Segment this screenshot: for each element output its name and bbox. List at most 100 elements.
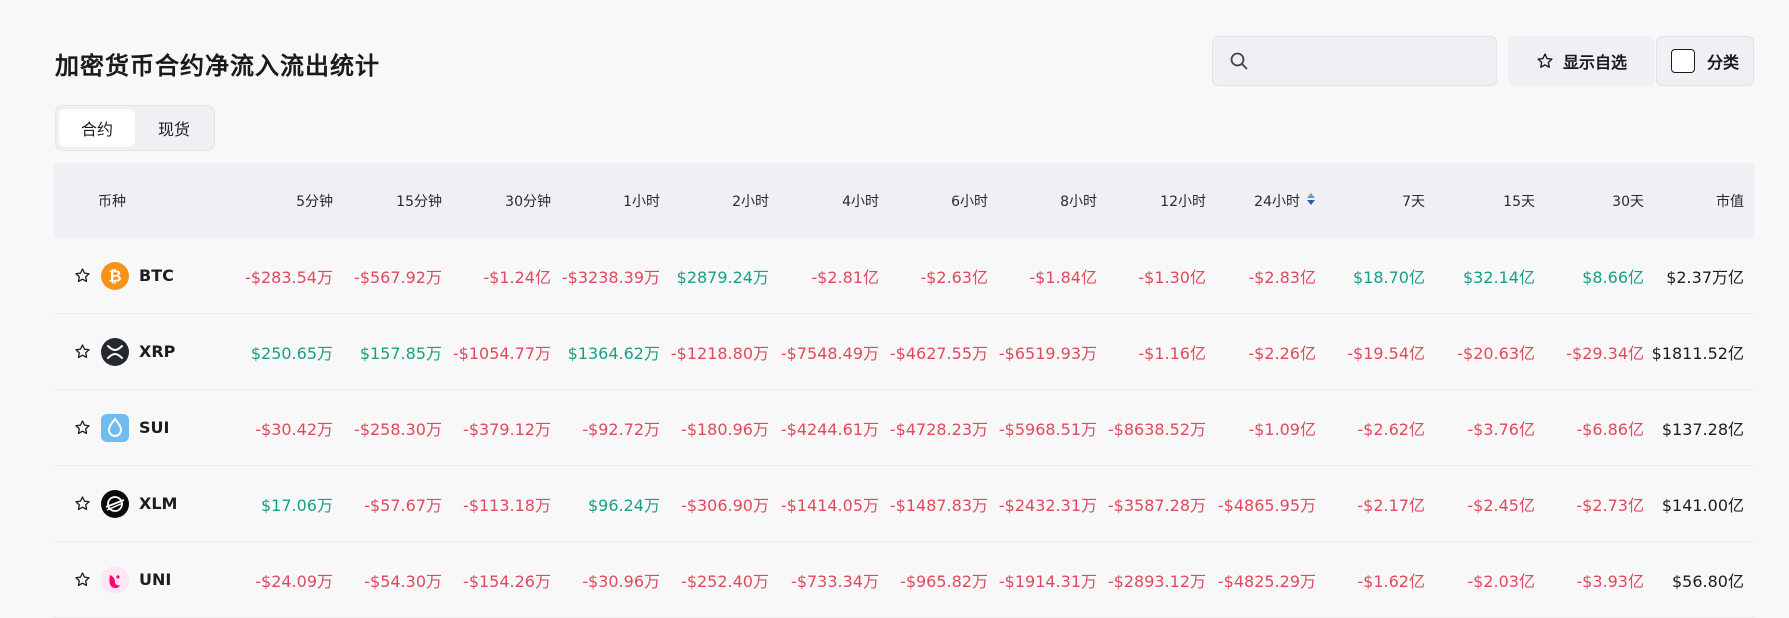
header-11[interactable]: 7天 [1320,163,1425,238]
header-4[interactable]: 1小时 [555,163,660,238]
netflow-value: -$2.83亿 [1248,267,1316,287]
uniswap-icon [101,565,129,594]
header-6[interactable]: 4小时 [774,163,879,238]
netflow-value: -$154.26万 [463,571,551,591]
show-favorites-button[interactable]: 显示自选 [1508,36,1655,86]
netflow-value: $96.24万 [588,495,660,515]
coin-symbol[interactable]: SUI [139,418,169,437]
favorite-star-icon[interactable] [74,571,91,588]
table-row[interactable]: XLM $17.06万 -$57.67万 -$113.18万 $96.24万 -$306.… [54,466,1754,542]
netflow-value: -$1218.80万 [670,343,769,363]
netflow-value: -$2.45亿 [1467,495,1535,515]
netflow-value: -$252.40万 [681,571,769,591]
netflow-value: -$4244.61万 [780,419,879,439]
favorites-label: 显示自选 [1562,53,1627,72]
netflow-value: -$258.30万 [354,419,442,439]
header-1[interactable]: 5分钟 [228,163,333,238]
netflow-value: -$379.12万 [463,419,551,439]
netflow-value: -$567.92万 [354,267,442,287]
netflow-value: -$733.34万 [791,571,879,591]
netflow-value: -$4865.95万 [1217,495,1316,515]
netflow-value: -$1.62亿 [1357,571,1425,591]
table-body: ₿ BTC -$283.54万 -$567.92万 -$1.24亿 -$3238.39万 $… [54,238,1754,618]
favorite-star-icon[interactable] [74,495,91,512]
category-checkbox[interactable] [1670,49,1695,73]
netflow-value: -$30.42万 [255,419,333,439]
header-9[interactable]: 12小时 [1101,163,1206,238]
favorite-star-icon[interactable] [74,267,91,284]
table-row[interactable]: UNI -$24.09万 -$54.30万 -$154.26万 -$30.96万 -$25… [54,542,1754,618]
netflow-value: -$965.82万 [900,571,988,591]
netflow-table: 币种 5分钟 15分钟 30分钟 1小时 2小时 4小时 6小时 8小时 12小时 24小时 7天 15… [54,163,1754,618]
coin-cell: UNI [74,542,171,617]
search-icon [1230,52,1248,70]
header-label: 12小时 [1160,193,1206,210]
tab-spot[interactable]: 现货 [136,109,212,147]
netflow-value: -$7548.49万 [780,343,879,363]
netflow-value: -$1914.31万 [998,571,1097,591]
netflow-value: -$283.54万 [245,267,333,287]
netflow-value: -$6519.93万 [998,343,1097,363]
header-label: 市值 [1716,193,1744,210]
coin-symbol[interactable]: XLM [139,494,177,513]
netflow-value: -$3587.28万 [1107,495,1206,515]
netflow-value: -$3.93亿 [1576,571,1644,591]
market-cap-value: $2.37万亿 [1666,267,1744,287]
coin-cell: XRP [74,314,175,389]
netflow-value: -$4627.55万 [889,343,988,363]
header-8[interactable]: 8小时 [992,163,1097,238]
netflow-value: -$19.54亿 [1347,343,1425,363]
category-toggle[interactable]: 分类 [1656,36,1754,86]
netflow-value: -$2.81亿 [811,267,879,287]
netflow-value: -$1487.83万 [889,495,988,515]
header-label: 6小时 [951,193,988,210]
tab-contract[interactable]: 合约 [59,109,135,147]
netflow-value: $17.06万 [261,495,333,515]
svg-text:₿: ₿ [108,266,121,285]
netflow-value: $1364.62万 [567,343,660,363]
coin-symbol[interactable]: XRP [139,342,175,361]
netflow-value: -$2.17亿 [1357,495,1425,515]
favorite-star-icon[interactable] [74,343,91,360]
netflow-value: -$1.16亿 [1138,343,1206,363]
header-13[interactable]: 30天 [1539,163,1644,238]
netflow-value: -$8638.52万 [1107,419,1206,439]
table-row[interactable]: XRP $250.65万 $157.85万 -$1054.77万 $1364.62万 -$… [54,314,1754,390]
netflow-value: -$5968.51万 [998,419,1097,439]
netflow-value: -$29.34亿 [1566,343,1644,363]
netflow-value: -$2.73亿 [1576,495,1644,515]
coin-symbol[interactable]: UNI [139,570,171,589]
netflow-value: $18.70亿 [1353,267,1425,287]
netflow-value: $32.14亿 [1463,267,1535,287]
header-3[interactable]: 30分钟 [446,163,551,238]
netflow-value: -$3.76亿 [1467,419,1535,439]
header-2[interactable]: 15分钟 [337,163,442,238]
coin-symbol[interactable]: BTC [139,266,174,285]
netflow-value: -$4728.23万 [889,419,988,439]
header-14[interactable]: 市值 [1639,163,1744,238]
search-input[interactable] [1212,36,1497,86]
favorite-star-icon[interactable] [74,419,91,436]
netflow-value: -$30.96万 [582,571,660,591]
coin-cell: SUI [74,390,169,465]
netflow-value: -$1.84亿 [1029,267,1097,287]
sui-icon [101,413,129,442]
header-label: 5分钟 [296,193,333,210]
netflow-value: -$2.03亿 [1467,571,1535,591]
sort-icon[interactable] [1306,192,1316,210]
header-label: 7天 [1402,193,1425,210]
table-row[interactable]: ₿ BTC -$283.54万 -$567.92万 -$1.24亿 -$3238.39万 $… [54,238,1754,314]
header-5[interactable]: 2小时 [664,163,769,238]
netflow-value: -$6.86亿 [1576,419,1644,439]
netflow-value: -$3238.39万 [561,267,660,287]
netflow-value: -$20.63亿 [1457,343,1535,363]
header-label: 15天 [1503,193,1535,210]
header-12[interactable]: 15天 [1430,163,1535,238]
table-row[interactable]: SUI -$30.42万 -$258.30万 -$379.12万 -$92.72万 -$1… [54,390,1754,466]
coin-cell: ₿ BTC [74,238,174,313]
header-7[interactable]: 6小时 [883,163,988,238]
netflow-value: $157.85万 [359,343,442,363]
header-label: 4小时 [842,193,879,210]
header-10[interactable]: 24小时 [1211,163,1316,238]
netflow-value: -$2.26亿 [1248,343,1316,363]
